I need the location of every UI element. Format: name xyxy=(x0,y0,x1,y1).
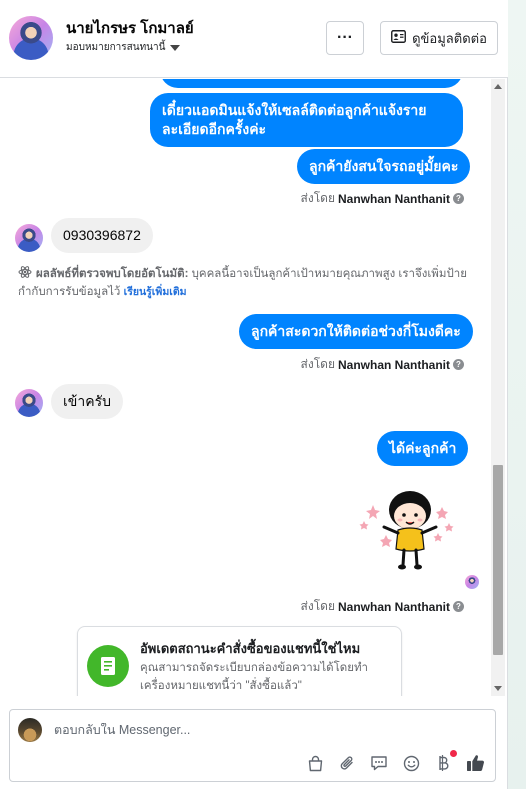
saved-reply-icon[interactable] xyxy=(369,753,389,773)
seen-by-avatar xyxy=(465,575,479,589)
sticker-image xyxy=(356,485,462,575)
contact-avatar[interactable] xyxy=(9,16,53,60)
learn-more-link[interactable]: เรียนรู้เพิ่มเติม xyxy=(124,286,187,298)
help-icon[interactable]: ? xyxy=(453,359,464,370)
view-contact-info-button[interactable]: ดูข้อมูลติดต่อ xyxy=(380,21,498,55)
background-strip xyxy=(508,0,526,789)
contact-avatar-small xyxy=(15,389,43,417)
auto-detect-title: ผลลัพธ์ที่ตรวจพบโดยอัตโนมัติ: xyxy=(36,268,189,280)
incoming-message: เข้าครับ xyxy=(51,384,123,419)
scroll-down-arrow-icon[interactable] xyxy=(494,686,502,691)
receipt-icon xyxy=(87,645,129,687)
contact-name[interactable]: นายไกรษร โกมาลย์ xyxy=(66,16,194,40)
order-status-card[interactable]: อัพเดตสถานะคำสั่งซื้อของแชทนี้ใช่ไหม คุณ… xyxy=(77,626,402,696)
outgoing-message: ลูกค้าสะดวกให้ติดต่อช่วงกี่โมงดีคะ xyxy=(239,314,473,349)
contact-avatar-small xyxy=(15,224,43,252)
baht-icon[interactable] xyxy=(433,753,453,773)
assign-conversation-label: มอบหมายการสนทนานี้ xyxy=(66,42,166,53)
shopping-bag-icon[interactable] xyxy=(305,753,325,773)
message-scrollbar[interactable] xyxy=(491,79,505,696)
assign-conversation-dropdown[interactable]: มอบหมายการสนทนานี้ xyxy=(66,40,181,55)
ellipsis-icon: ··· xyxy=(337,29,353,46)
notification-dot xyxy=(450,750,457,757)
message-thread[interactable]: เดี๋ยวแอดมินแจ้งให้เซลล์ติดต่อลูกค้าแจ้ง… xyxy=(0,79,508,696)
reply-composer xyxy=(9,709,496,782)
help-icon[interactable]: ? xyxy=(453,193,464,204)
sender-name: Nanwhan Nanthanit xyxy=(337,599,450,614)
incoming-message: 0930396872 xyxy=(51,218,153,253)
sent-by-label: ส่งโดย Nanwhan Nanthanit ? xyxy=(301,355,464,374)
sent-by-label: ส่งโดย Nanwhan Nanthanit ? xyxy=(301,189,464,208)
more-options-button[interactable]: ··· xyxy=(326,21,364,55)
help-icon[interactable]: ? xyxy=(453,601,464,612)
chat-panel: นายไกรษร โกมาลย์ มอบหมายการสนทนานี้ ··· … xyxy=(0,0,508,789)
sender-name: Nanwhan Nanthanit xyxy=(337,191,450,206)
page-avatar xyxy=(18,718,42,742)
chat-header: นายไกรษร โกมาลย์ มอบหมายการสนทนานี้ ··· … xyxy=(0,0,508,78)
sender-name: Nanwhan Nanthanit xyxy=(337,357,450,372)
outgoing-message xyxy=(160,79,463,88)
reply-input[interactable] xyxy=(54,723,474,737)
sent-by-label: ส่งโดย Nanwhan Nanthanit ? xyxy=(301,597,464,616)
outgoing-message: ลูกค้ายังสนใจรถอยู่มั้ยคะ xyxy=(297,149,471,184)
scroll-thumb[interactable] xyxy=(493,465,503,655)
order-card-title: อัพเดตสถานะคำสั่งซื้อของแชทนี้ใช่ไหม xyxy=(140,641,361,656)
view-contact-info-label: ดูข้อมูลติดต่อ xyxy=(412,30,487,46)
paperclip-icon[interactable] xyxy=(337,753,357,773)
atom-icon xyxy=(18,265,32,279)
order-card-description: คุณสามารถจัดระเบียบกล่องข้อความได้โดยทำเ… xyxy=(140,662,369,692)
outgoing-message: เดี๋ยวแอดมินแจ้งให้เซลล์ติดต่อลูกค้าแจ้ง… xyxy=(150,93,463,147)
thumbs-up-icon[interactable] xyxy=(465,753,485,773)
outgoing-message: ได้ค่ะลูกค้า xyxy=(377,431,469,466)
caret-down-icon xyxy=(170,44,181,51)
contact-card-icon xyxy=(391,30,407,46)
auto-detected-result: ผลลัพธ์ที่ตรวจพบโดยอัตโนมัติ: บุคคลนี้อา… xyxy=(18,265,468,301)
scroll-up-arrow-icon[interactable] xyxy=(494,84,502,89)
emoji-icon[interactable] xyxy=(401,753,421,773)
